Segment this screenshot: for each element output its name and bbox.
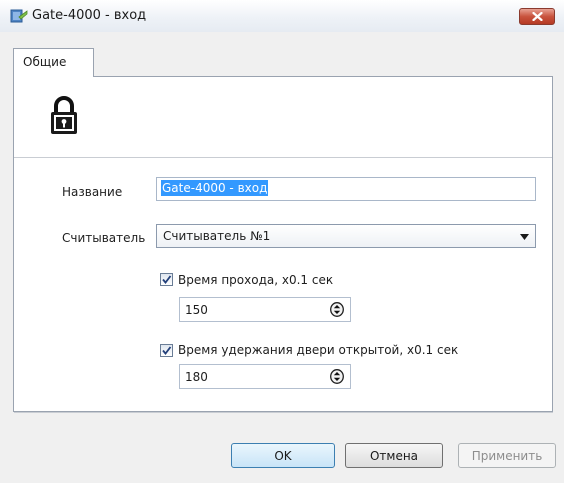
door-access-app-icon: [10, 9, 28, 23]
ok-button[interactable]: OK: [231, 443, 335, 468]
checkmark-icon: [162, 346, 172, 355]
name-input-value: Gate-4000 - вход: [161, 180, 269, 196]
tab-general[interactable]: Общие: [13, 48, 94, 77]
spinner-arrows-icon[interactable]: [330, 302, 344, 317]
reader-label: Считыватель: [62, 231, 146, 245]
pass-time-value: 150: [185, 303, 208, 317]
hold-time-label: Время удержания двери открытой, x0.1 сек: [178, 343, 459, 357]
chevron-down-icon: [520, 234, 529, 240]
lock-icon: [51, 96, 77, 134]
pass-time-label: Время прохода, x0.1 сек: [178, 273, 334, 287]
apply-button[interactable]: Применить: [458, 443, 556, 468]
reader-select-value: Считыватель №1: [163, 229, 271, 243]
spinner-arrows-icon[interactable]: [330, 369, 344, 384]
reader-select[interactable]: Считыватель №1: [156, 224, 536, 248]
divider: [14, 157, 552, 158]
name-label: Название: [62, 185, 123, 199]
close-button[interactable]: [519, 8, 555, 25]
hold-time-checkbox[interactable]: [160, 344, 173, 357]
hold-time-value: 180: [185, 370, 208, 384]
pass-time-checkbox[interactable]: [160, 273, 173, 286]
checkmark-icon: [162, 275, 172, 284]
hold-time-spinner[interactable]: 180: [179, 364, 351, 389]
dialog-window: Gate-4000 - вход Общие Название Gate-400…: [0, 0, 564, 483]
title-bar[interactable]: Gate-4000 - вход: [0, 0, 564, 32]
cancel-button[interactable]: Отмена: [345, 443, 443, 468]
pass-time-spinner[interactable]: 150: [179, 297, 351, 322]
name-input[interactable]: Gate-4000 - вход: [156, 177, 536, 201]
panel-bottom-edge: [14, 412, 553, 413]
window-title: Gate-4000 - вход: [32, 8, 147, 23]
close-icon: [531, 12, 543, 21]
tab-strip: Общие: [13, 48, 553, 77]
